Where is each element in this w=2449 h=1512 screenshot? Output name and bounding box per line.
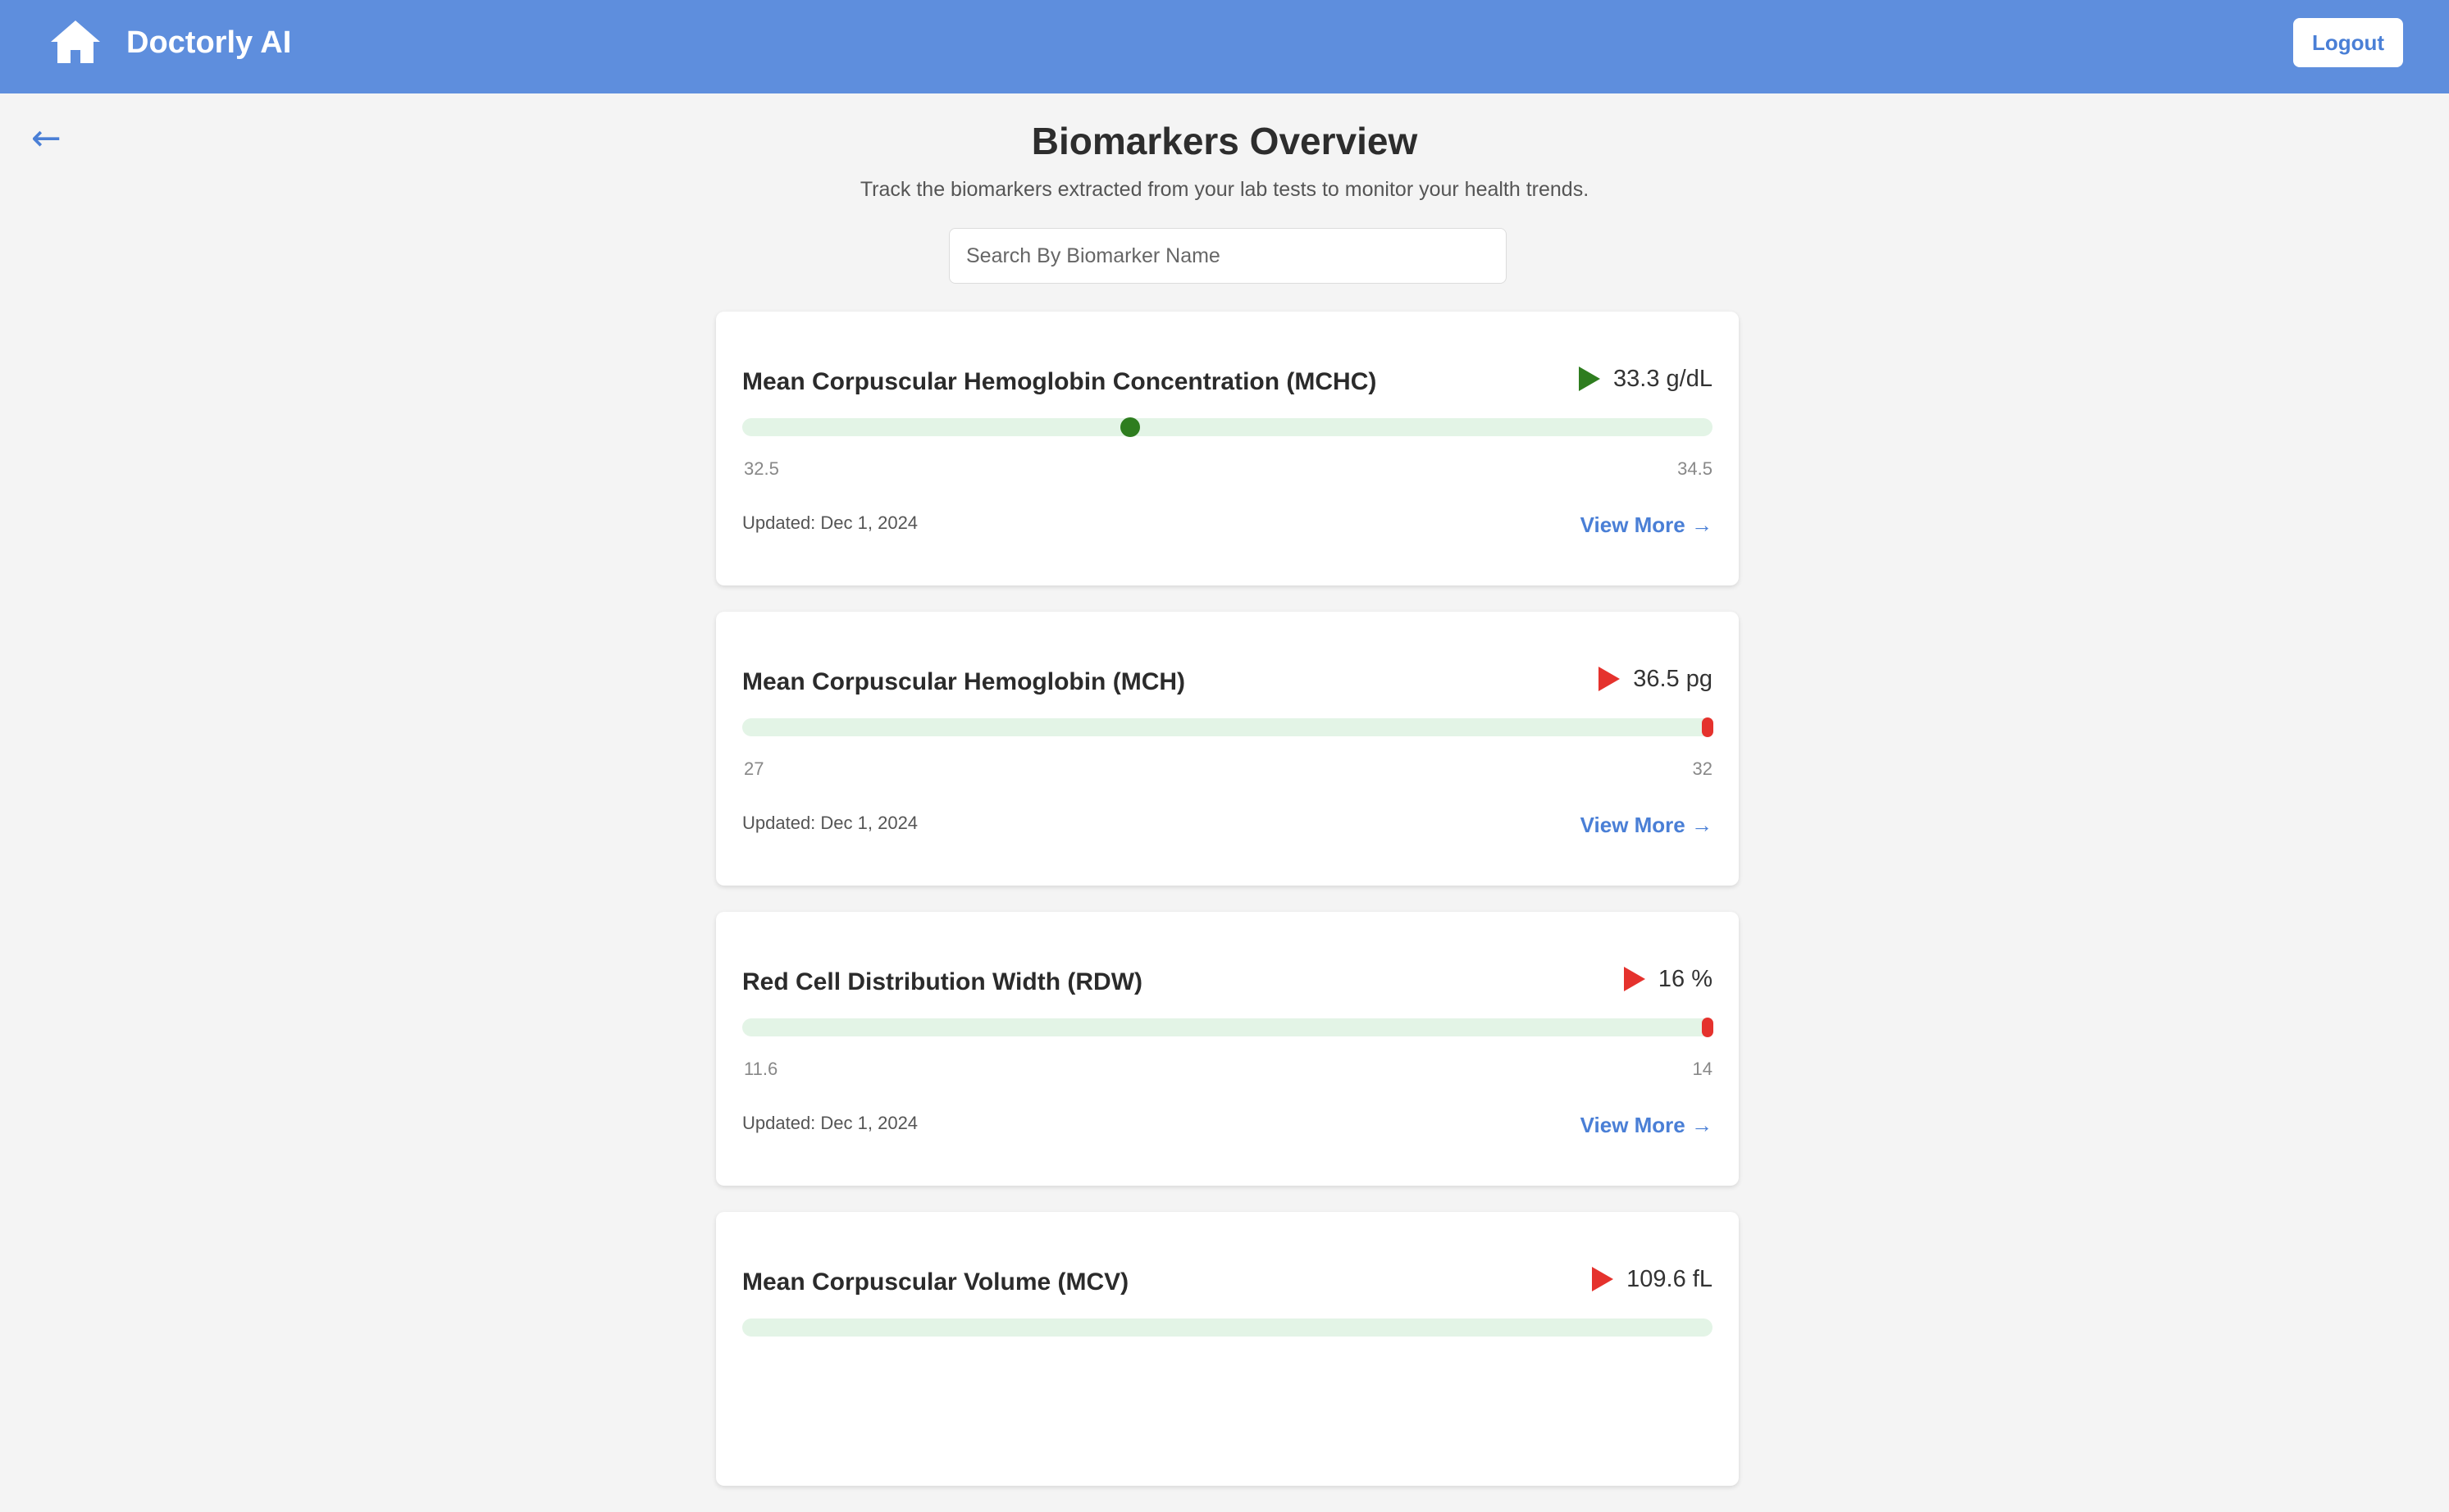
page-title: Biomarkers Overview — [1031, 120, 1418, 162]
biomarker-card: Mean Corpuscular Hemoglobin Concentratio… — [716, 312, 1739, 585]
biomarker-value-group: 16 % — [1623, 963, 1712, 995]
status-triangle-icon — [1598, 667, 1621, 691]
range-bar — [742, 1018, 1713, 1037]
biomarker-value-group: 33.3 g/dL — [1579, 362, 1712, 395]
biomarker-value: 33.3 g/dL — [1613, 366, 1712, 392]
home-icon[interactable] — [49, 19, 102, 65]
status-triangle-icon — [1623, 967, 1645, 991]
range-min-label: 32.5 — [744, 458, 779, 479]
biomarker-value-group: 36.5 pg — [1598, 663, 1712, 695]
biomarker-card: Mean Corpuscular Volume (MCV) 109.6 fL — [716, 1212, 1739, 1486]
biomarker-name: Red Cell Distribution Width (RDW) — [742, 968, 1142, 995]
updated-date: Updated: Dec 1, 2024 — [742, 1113, 919, 1133]
biomarker-name: Mean Corpuscular Hemoglobin Concentratio… — [742, 368, 1377, 395]
updated-date: Updated: Dec 1, 2024 — [742, 813, 919, 833]
range-max-label: 32 — [1692, 758, 1712, 779]
range-max-label: 34.5 — [1677, 458, 1712, 479]
view-more-link[interactable]: View More → — [1580, 512, 1712, 538]
range-bar — [742, 1318, 1712, 1337]
search-input[interactable] — [949, 228, 1507, 284]
range-max-label: 14 — [1692, 1059, 1712, 1079]
range-min-label: 27 — [744, 758, 764, 779]
biomarker-value: 109.6 fL — [1626, 1266, 1712, 1292]
updated-date: Updated: Dec 1, 2024 — [742, 512, 919, 533]
view-more-link[interactable]: View More → — [1580, 812, 1712, 838]
biomarker-card: Mean Corpuscular Hemoglobin (MCH) 36.5 p… — [716, 612, 1739, 886]
range-min-label: 11.6 — [744, 1059, 778, 1079]
top-navbar: Doctorly AI Logout — [0, 0, 2449, 93]
page-subtitle: Track the biomarkers extracted from your… — [860, 178, 1589, 201]
logout-button[interactable]: Logout — [2293, 18, 2403, 67]
biomarker-list: Mean Corpuscular Hemoglobin Concentratio… — [716, 312, 1739, 1512]
biomarker-value: 36.5 pg — [1633, 666, 1712, 692]
biomarker-value-group: 109.6 fL — [1592, 1263, 1712, 1296]
range-marker — [1702, 1018, 1713, 1037]
brand-title[interactable]: Doctorly AI — [126, 23, 291, 62]
biomarker-name: Mean Corpuscular Hemoglobin (MCH) — [742, 668, 1186, 695]
status-triangle-icon — [1592, 1267, 1614, 1291]
status-triangle-icon — [1579, 367, 1601, 391]
biomarker-value: 16 % — [1658, 966, 1712, 992]
biomarker-name: Mean Corpuscular Volume (MCV) — [742, 1268, 1129, 1296]
biomarker-card: Red Cell Distribution Width (RDW) 16 % 1… — [716, 912, 1739, 1186]
range-bar — [742, 717, 1713, 737]
range-marker — [1702, 717, 1713, 737]
range-bar — [742, 417, 1712, 437]
range-marker — [1120, 417, 1141, 437]
view-more-link[interactable]: View More → — [1580, 1112, 1712, 1138]
